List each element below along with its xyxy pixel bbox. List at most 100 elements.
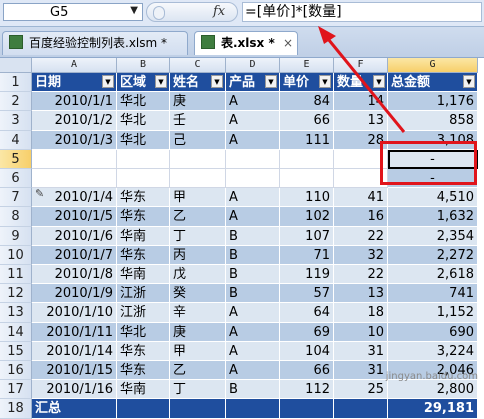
table-cell[interactable]: 华南: [117, 226, 170, 246]
table-cell[interactable]: 16: [334, 207, 388, 227]
filter-dropdown-icon[interactable]: ▼: [102, 75, 114, 88]
column-header-g[interactable]: G: [388, 58, 478, 73]
table-cell[interactable]: 18: [334, 303, 388, 323]
table-cell[interactable]: 4,510: [388, 188, 478, 208]
table-cell[interactable]: A: [226, 341, 280, 361]
table-cell[interactable]: 戊: [170, 265, 226, 285]
table-cell[interactable]: 2010/1/8: [32, 265, 117, 285]
row-header[interactable]: 6: [0, 169, 32, 189]
table-cell[interactable]: 江浙: [117, 284, 170, 304]
table-cell[interactable]: 乙: [170, 361, 226, 381]
total-row-cell[interactable]: [280, 399, 334, 419]
filter-dropdown-icon[interactable]: ▼: [211, 75, 223, 88]
table-cell[interactable]: B: [226, 284, 280, 304]
row-header[interactable]: 10: [0, 245, 32, 265]
table-cell[interactable]: 华北: [117, 130, 170, 150]
table-cell[interactable]: 690: [388, 322, 478, 342]
table-cell[interactable]: 10: [334, 322, 388, 342]
table-cell[interactable]: [226, 149, 280, 169]
table-cell[interactable]: 华北: [117, 92, 170, 112]
name-box[interactable]: G5 ▼: [3, 3, 143, 21]
table-cell[interactable]: 25: [334, 380, 388, 400]
table-header-cell[interactable]: 数量 ▼: [334, 73, 388, 93]
table-cell[interactable]: B: [226, 265, 280, 285]
table-cell[interactable]: A: [226, 92, 280, 112]
table-header-cell[interactable]: 单价 ▼: [280, 73, 334, 93]
table-cell[interactable]: 31: [334, 341, 388, 361]
table-cell[interactable]: 己: [170, 130, 226, 150]
table-cell[interactable]: 癸: [170, 284, 226, 304]
table-cell[interactable]: 41: [334, 188, 388, 208]
table-cell[interactable]: 2,618: [388, 265, 478, 285]
table-cell[interactable]: 甲: [170, 341, 226, 361]
table-cell[interactable]: A: [226, 303, 280, 323]
table-cell[interactable]: 2010/1/4: [32, 188, 117, 208]
table-cell[interactable]: 丁: [170, 380, 226, 400]
table-header-cell[interactable]: 日期 ▼: [32, 73, 117, 93]
total-row-cell[interactable]: [334, 399, 388, 419]
table-cell[interactable]: 江浙: [117, 303, 170, 323]
table-cell[interactable]: [32, 149, 117, 169]
row-header[interactable]: 13: [0, 303, 32, 323]
table-cell[interactable]: 华东: [117, 207, 170, 227]
table-cell[interactable]: 111: [280, 130, 334, 150]
formula-input[interactable]: =[单价]*[数量]: [242, 2, 482, 22]
total-row-cell[interactable]: 汇总: [32, 399, 117, 419]
filter-dropdown-icon[interactable]: ▼: [155, 75, 167, 88]
table-cell[interactable]: B: [226, 245, 280, 265]
table-cell[interactable]: 2010/1/1: [32, 92, 117, 112]
table-cell[interactable]: 2,800: [388, 380, 478, 400]
resize-handle-icon[interactable]: [153, 6, 165, 20]
table-cell[interactable]: 13: [334, 284, 388, 304]
column-header-b[interactable]: B: [117, 58, 170, 73]
table-cell[interactable]: A: [226, 207, 280, 227]
table-cell[interactable]: 2010/1/5: [32, 207, 117, 227]
table-cell[interactable]: 丙: [170, 245, 226, 265]
table-cell[interactable]: 2010/1/7: [32, 245, 117, 265]
row-header[interactable]: 14: [0, 322, 32, 342]
table-cell[interactable]: 辛: [170, 303, 226, 323]
table-cell[interactable]: 华东: [117, 188, 170, 208]
tab-workbook-1[interactable]: 百度经验控制列表.xlsm *: [2, 31, 188, 55]
table-cell[interactable]: 华北: [117, 322, 170, 342]
table-header-cell[interactable]: 区域 ▼: [117, 73, 170, 93]
table-header-cell[interactable]: 总金额 ▼: [388, 73, 478, 93]
table-cell[interactable]: [280, 169, 334, 189]
table-cell[interactable]: 2,272: [388, 245, 478, 265]
table-cell[interactable]: 2010/1/9: [32, 284, 117, 304]
table-cell[interactable]: 741: [388, 284, 478, 304]
table-cell[interactable]: 华南: [117, 380, 170, 400]
table-cell[interactable]: A: [226, 130, 280, 150]
row-header[interactable]: 5: [0, 149, 32, 169]
row-header[interactable]: 4: [0, 130, 32, 150]
table-header-cell[interactable]: 产品 ▼: [226, 73, 280, 93]
table-cell[interactable]: 858: [388, 111, 478, 131]
table-cell[interactable]: 丁: [170, 226, 226, 246]
table-cell[interactable]: 华东: [117, 341, 170, 361]
total-row-cell[interactable]: [170, 399, 226, 419]
table-cell[interactable]: 2010/1/16: [32, 380, 117, 400]
table-cell[interactable]: [117, 169, 170, 189]
table-cell[interactable]: 2010/1/15: [32, 361, 117, 381]
table-cell[interactable]: 22: [334, 226, 388, 246]
table-cell[interactable]: 3,224: [388, 341, 478, 361]
row-header[interactable]: 9: [0, 226, 32, 246]
row-header[interactable]: 16: [0, 361, 32, 381]
filter-dropdown-icon[interactable]: ▼: [373, 75, 385, 88]
table-cell[interactable]: 69: [280, 322, 334, 342]
row-header[interactable]: 18: [0, 399, 32, 419]
table-cell[interactable]: A: [226, 361, 280, 381]
table-cell[interactable]: 102: [280, 207, 334, 227]
table-cell[interactable]: 华北: [117, 111, 170, 131]
row-header[interactable]: 2: [0, 92, 32, 112]
table-header-cell[interactable]: 姓名 ▼: [170, 73, 226, 93]
tab-workbook-2[interactable]: 表.xlsx * ×: [194, 31, 298, 55]
table-cell[interactable]: 2010/1/6: [32, 226, 117, 246]
column-header-e[interactable]: E: [280, 58, 334, 73]
table-cell[interactable]: 31: [334, 361, 388, 381]
table-cell[interactable]: 22: [334, 265, 388, 285]
table-cell[interactable]: 104: [280, 341, 334, 361]
row-header[interactable]: 11: [0, 265, 32, 285]
insert-function-button[interactable]: fx: [213, 4, 225, 19]
filter-dropdown-icon[interactable]: ▼: [319, 75, 331, 88]
